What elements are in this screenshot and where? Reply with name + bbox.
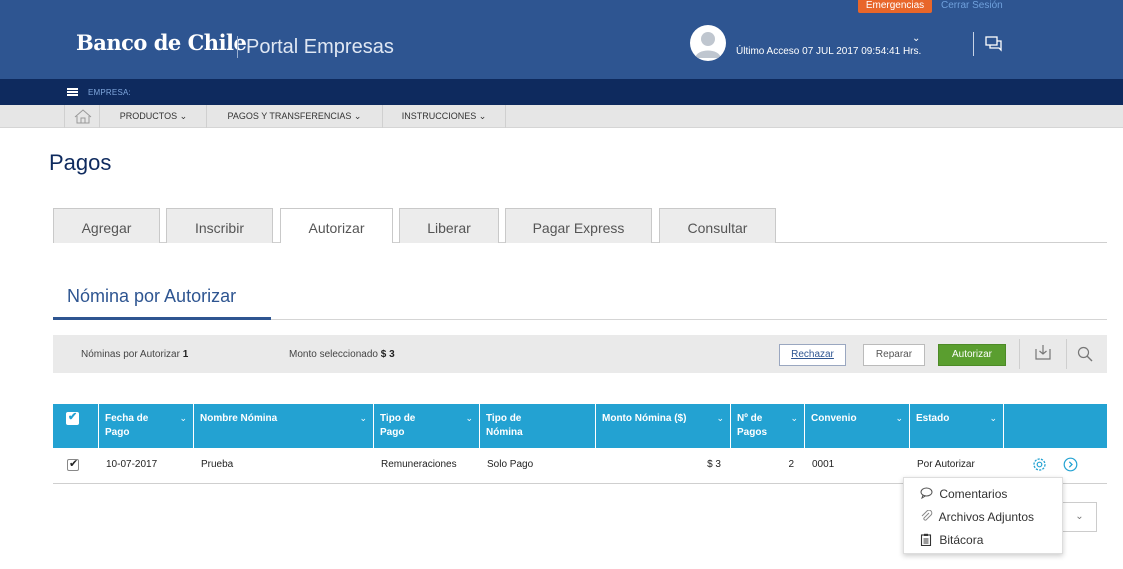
col-monto[interactable]: Monto Nómina ($) ⌄ <box>595 404 730 448</box>
section-underline <box>53 317 271 320</box>
nav-productos[interactable]: PRODUCTOS ⌄ <box>101 105 207 128</box>
chevron-down-icon: ⌄ <box>716 413 724 423</box>
top-header: Banco de Chile Portal Empresas Emergenci… <box>0 0 1123 79</box>
gear-icon[interactable] <box>1031 456 1048 473</box>
chevron-right-icon[interactable] <box>1063 457 1078 472</box>
amount-summary: Monto seleccionado $ 3 <box>289 349 395 360</box>
select-all-checkbox[interactable] <box>66 410 79 425</box>
toolbar: Nóminas por Autorizar 1 Monto selecciona… <box>53 335 1107 373</box>
col-tipo-nomina[interactable]: Tipo de Nómina <box>479 404 595 448</box>
avatar[interactable] <box>690 25 726 61</box>
chevron-down-icon: ⌄ <box>989 413 997 423</box>
repair-button[interactable]: Reparar <box>863 344 925 366</box>
nav-pagos-transferencias[interactable]: PAGOS Y TRANSFERENCIAS ⌄ <box>207 105 383 128</box>
tab-consultar[interactable]: Consultar <box>659 208 776 243</box>
chevron-down-icon[interactable]: ⌄ <box>912 33 920 44</box>
col-tipo-pago[interactable]: Tipo de Pago ⌄ <box>373 404 479 448</box>
menu-item-comentarios[interactable]: Comentarios <box>920 487 1007 505</box>
menu-icon[interactable] <box>67 88 78 96</box>
header-divider <box>973 32 974 56</box>
chevron-down-icon: ⌄ <box>790 413 798 423</box>
tab-inscribir[interactable]: Inscribir <box>166 208 273 243</box>
col-estado[interactable]: Estado ⌄ <box>909 404 1003 448</box>
col-nombre-label: Nombre Nómina <box>200 413 278 424</box>
amount-value: $ 3 <box>380 349 395 360</box>
last-access-text: Último Acceso 07 JUL 2017 09:54:41 Hrs. <box>736 46 922 57</box>
empresa-bar: EMPRESA: <box>0 79 1123 105</box>
reject-button[interactable]: Rechazar <box>779 344 846 366</box>
cell-n-pagos: 2 <box>788 459 794 470</box>
cell-estado: Por Autorizar <box>917 459 975 470</box>
chevron-down-icon: ⌄ <box>465 413 473 423</box>
cell-tipo-nomina: Solo Pago <box>487 459 534 470</box>
emergency-button[interactable]: Emergencias <box>858 0 932 13</box>
chevron-down-icon: ⌄ <box>359 413 367 423</box>
menu-item-bitacora[interactable]: Bitácora <box>920 533 983 551</box>
count-summary: Nóminas por Autorizar 1 <box>81 349 188 360</box>
amount-label: Monto seleccionado <box>289 349 378 360</box>
chat-icon[interactable] <box>985 36 1003 52</box>
menu-item-label: Comentarios <box>939 487 1008 501</box>
cell-fecha: 10-07-2017 <box>106 459 158 470</box>
chevron-down-icon: ⌄ <box>179 413 187 423</box>
page-title: Pagos <box>49 150 112 175</box>
menu-item-label: Bitácora <box>939 533 984 548</box>
cell-monto: $ 3 <box>707 459 721 470</box>
row-actions-menu: Comentarios Archivos Adjuntos Bitácora <box>903 477 1063 554</box>
col-monto-label: Monto Nómina ($) <box>602 413 687 424</box>
logo-divider <box>237 36 238 58</box>
menu-item-label: Archivos Adjuntos <box>938 510 1035 524</box>
count-label: Nóminas por Autorizar <box>81 349 180 360</box>
col-fecha-label: Fecha de Pago <box>105 413 149 438</box>
clipboard-icon <box>920 533 936 549</box>
search-icon[interactable] <box>1077 346 1093 362</box>
cell-convenio: 0001 <box>812 459 835 470</box>
pagination-select[interactable]: ⌄ <box>1063 502 1097 532</box>
empresa-label: EMPRESA: <box>88 88 131 97</box>
col-tipo-pago-label: Tipo de Pago <box>380 413 416 438</box>
col-convenio[interactable]: Convenio ⌄ <box>804 404 909 448</box>
authorize-button[interactable]: Autorizar <box>938 344 1006 366</box>
toolbar-divider <box>1019 339 1020 369</box>
section-title: Nómina por Autorizar <box>67 286 237 306</box>
col-n-pagos-label: Nº de Pagos <box>737 413 768 438</box>
col-tipo-nomina-label: Tipo de Nómina <box>486 413 523 438</box>
tab-autorizar[interactable]: Autorizar <box>280 208 393 243</box>
row-checkbox[interactable] <box>67 457 79 471</box>
toolbar-divider <box>1066 339 1067 369</box>
download-icon[interactable] <box>1034 343 1052 361</box>
paperclip-icon <box>920 510 936 525</box>
main-nav: PRODUCTOS ⌄ PAGOS Y TRANSFERENCIAS ⌄ INS… <box>0 105 1123 128</box>
user-icon <box>695 32 721 58</box>
table-header: Fecha de Pago ⌄ Nombre Nómina ⌄ Tipo de … <box>53 404 1107 448</box>
bank-logo[interactable]: Banco de Chile <box>76 30 247 55</box>
nav-home[interactable] <box>64 105 100 128</box>
chevron-down-icon: ⌄ <box>895 413 903 423</box>
col-fecha[interactable]: Fecha de Pago ⌄ <box>98 404 193 448</box>
col-convenio-label: Convenio <box>811 413 857 424</box>
menu-item-archivos-adjuntos[interactable]: Archivos Adjuntos <box>920 510 1034 528</box>
comment-icon <box>920 487 936 502</box>
cell-tipo-pago: Remuneraciones <box>381 459 457 470</box>
col-actions <box>1003 404 1107 448</box>
col-nombre[interactable]: Nombre Nómina ⌄ <box>193 404 373 448</box>
tab-agregar[interactable]: Agregar <box>53 208 160 243</box>
cell-nombre: Prueba <box>201 459 234 470</box>
home-icon <box>74 109 92 124</box>
col-n-pagos[interactable]: Nº de Pagos ⌄ <box>730 404 804 448</box>
count-value: 1 <box>182 349 189 360</box>
tab-liberar[interactable]: Liberar <box>399 208 499 243</box>
nav-instrucciones[interactable]: INSTRUCCIONES ⌄ <box>383 105 506 128</box>
tab-pagar-express[interactable]: Pagar Express <box>505 208 652 243</box>
portal-title: Portal Empresas <box>246 36 394 58</box>
logout-link[interactable]: Cerrar Sesión <box>941 0 1003 12</box>
